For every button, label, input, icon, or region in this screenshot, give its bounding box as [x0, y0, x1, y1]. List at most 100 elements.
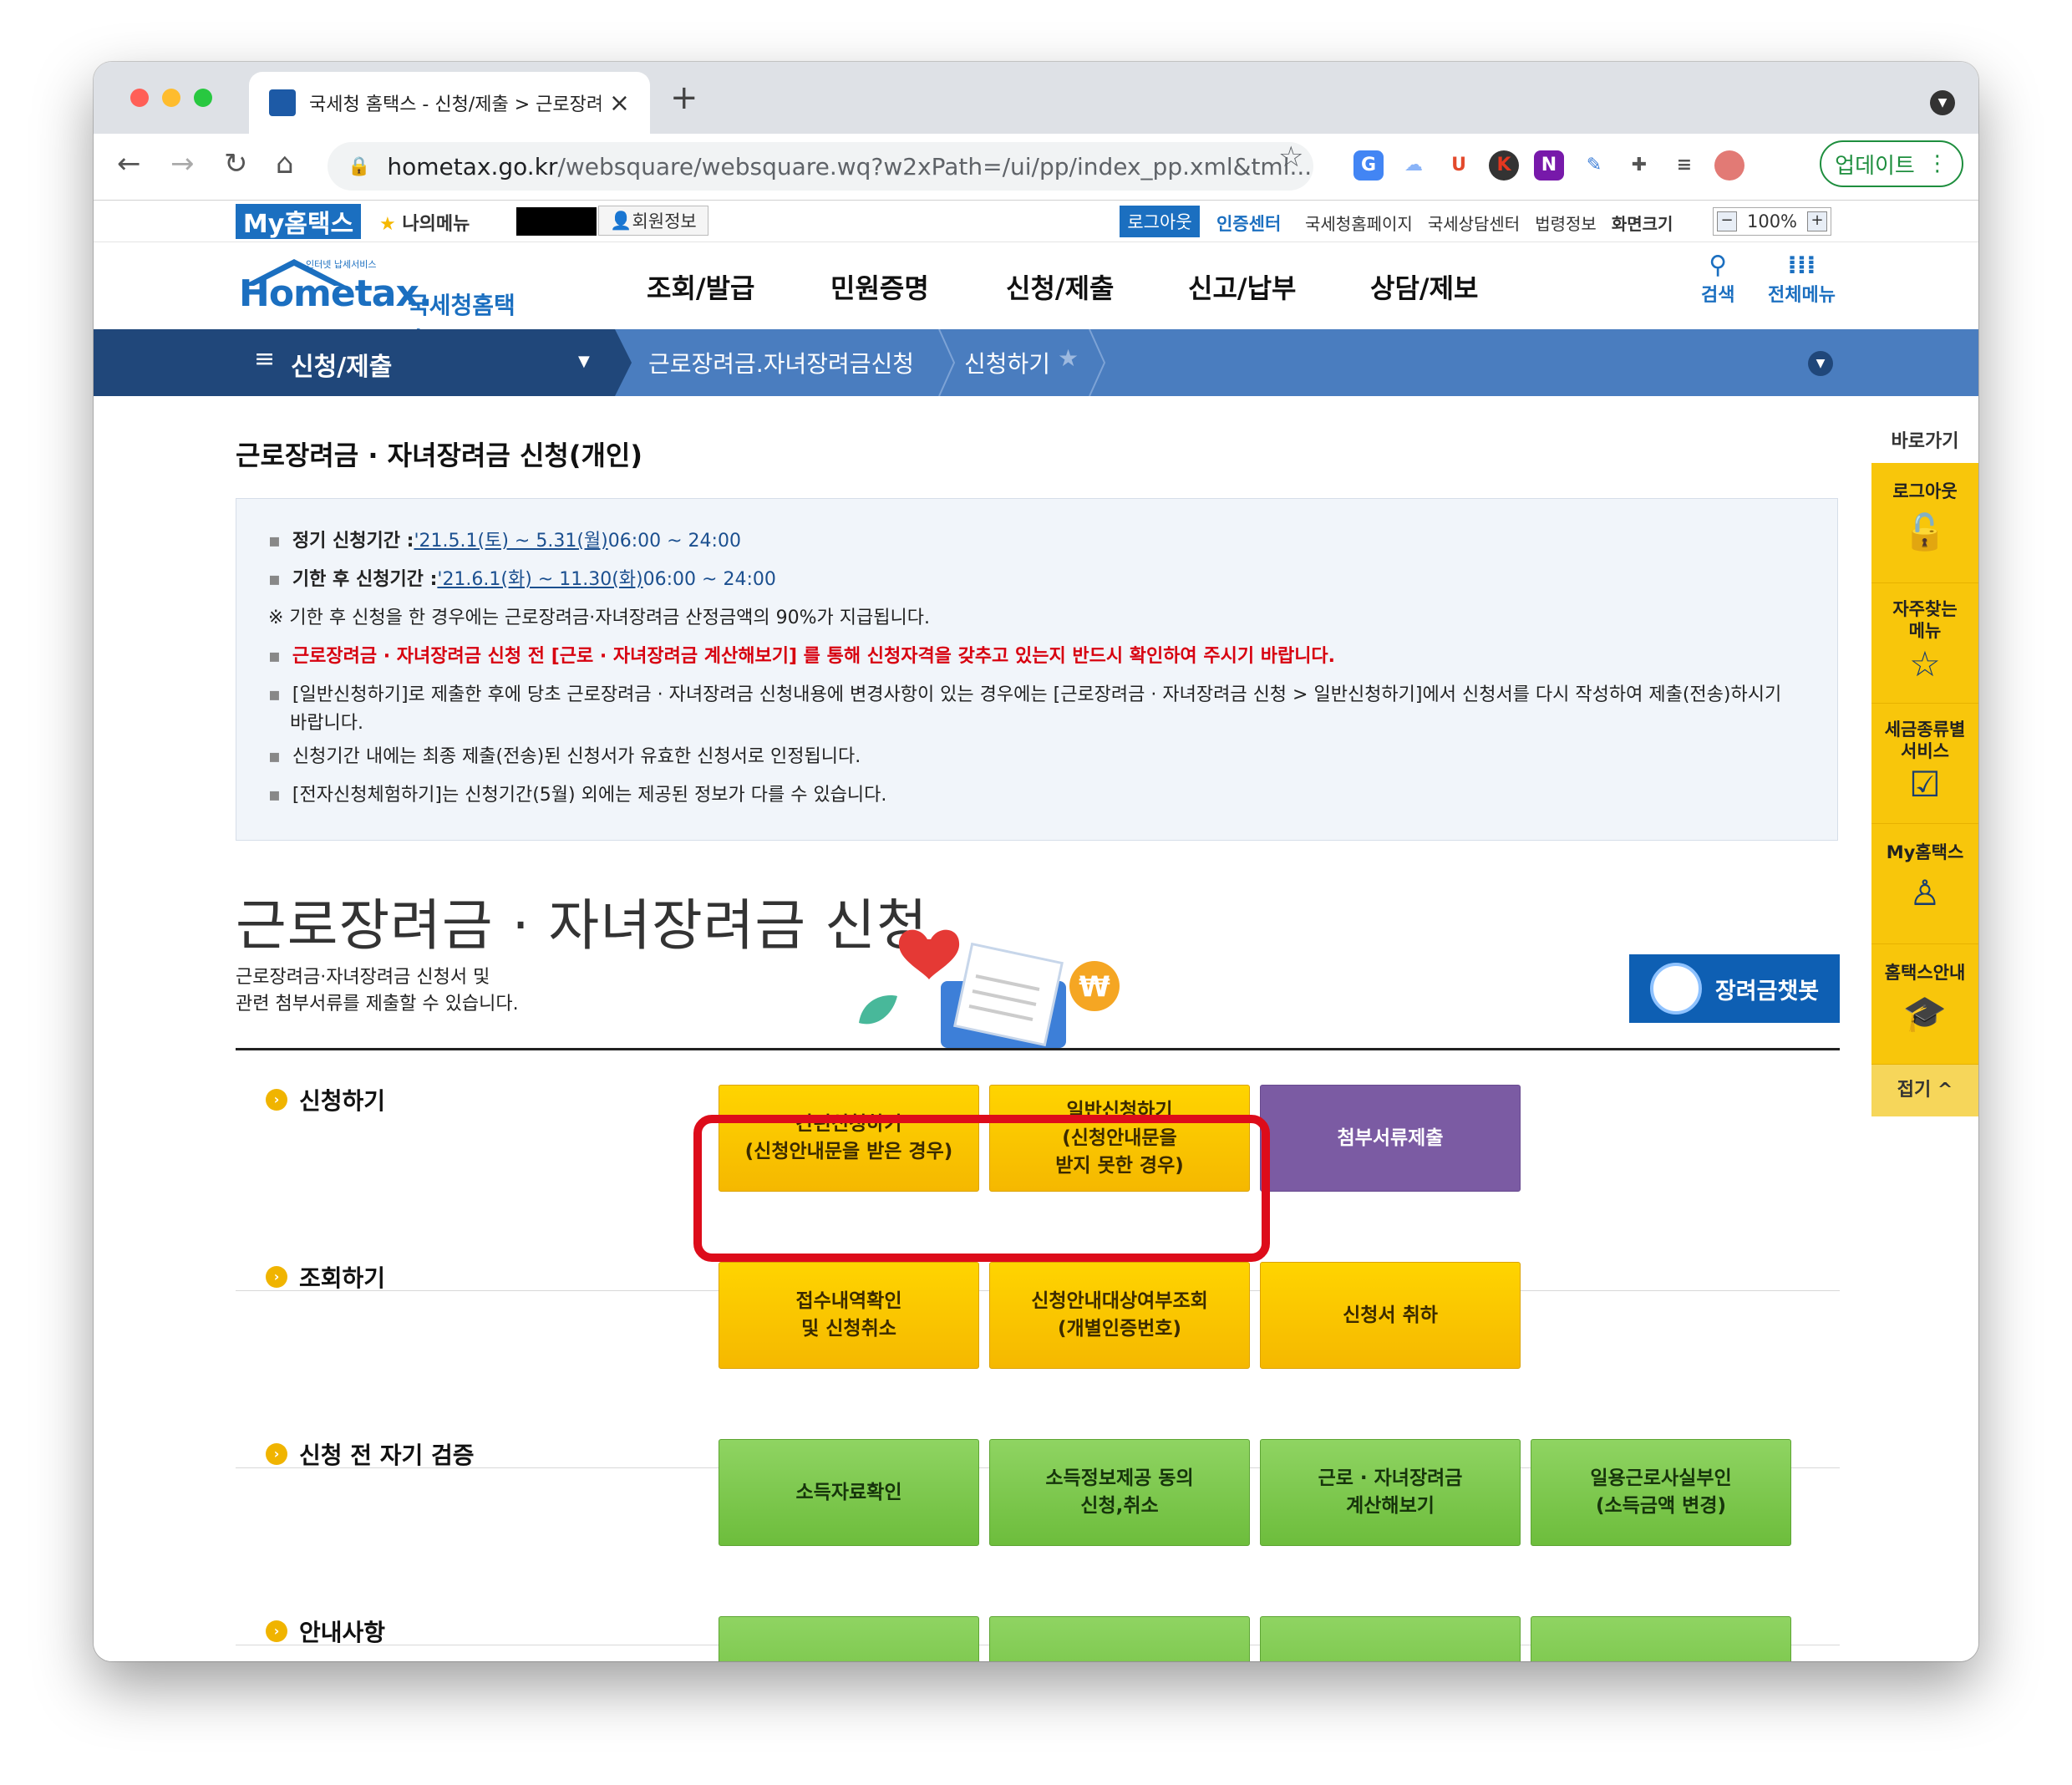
- profile-avatar[interactable]: [1714, 150, 1744, 181]
- quick-guide[interactable]: 홈택스안내 🎓: [1871, 944, 1978, 1065]
- chatbot-label: 장려금챗봇: [1714, 978, 1820, 1004]
- chatbot-button[interactable]: 장려금챗봇: [1629, 954, 1840, 1023]
- breadcrumb-item-1[interactable]: 근로장려금.자녀장려금신청: [648, 346, 914, 379]
- notes-extension-icon[interactable]: ✎: [1579, 150, 1609, 181]
- back-icon[interactable]: ←: [117, 147, 141, 181]
- calculate-label: 근로 · 자녀장려금 계산해보기: [1318, 1467, 1463, 1517]
- logo-main-text: Hometax.: [239, 272, 433, 315]
- row-lookup-text: 조회하기: [299, 1264, 386, 1292]
- law-info-link[interactable]: 법령정보: [1535, 211, 1597, 235]
- eligibility-lookup-button[interactable]: 신청안내대상여부조회 (개별인증번호): [989, 1262, 1250, 1369]
- attach-docs-button[interactable]: 첨부서류제출: [1260, 1085, 1521, 1192]
- graduation-cap-icon: 🎓: [1902, 993, 1948, 1034]
- extensions-puzzle-icon[interactable]: ✚: [1624, 150, 1654, 181]
- row-notice-text: 안내사항: [299, 1619, 386, 1646]
- arrow-bullet-icon: ›: [266, 1620, 287, 1642]
- income-consent-button[interactable]: 소득정보제공 동의 신청,취소: [989, 1439, 1250, 1546]
- forward-icon[interactable]: →: [170, 147, 195, 181]
- info-l1-time: 06:00 ~ 24:00: [607, 531, 741, 552]
- address-bar[interactable]: 🔒 hometax.go.kr /websquare/websquare.wq?…: [328, 142, 1313, 191]
- favorite-star-icon[interactable]: ★: [1058, 344, 1079, 372]
- income-data-check-label: 소득자료확인: [795, 1481, 902, 1503]
- member-info-button[interactable]: 👤 회원정보: [598, 206, 708, 236]
- logout-button[interactable]: 로그아웃: [1120, 206, 1200, 237]
- breadcrumb-item-2[interactable]: 신청하기: [964, 346, 1050, 379]
- zoom-out-button[interactable]: −: [1717, 211, 1737, 231]
- nav-certificates[interactable]: 민원증명: [830, 267, 929, 306]
- breadcrumb-section[interactable]: ≡ 신청/제출 ▼: [94, 329, 615, 396]
- person-icon: 👤: [610, 210, 632, 231]
- member-info-label: 회원정보: [632, 211, 697, 231]
- row-apply-text: 신청하기: [299, 1087, 386, 1115]
- notice-button-1[interactable]: [719, 1616, 979, 1661]
- media-queue-icon[interactable]: ≡: [1669, 150, 1699, 181]
- notice-button-3[interactable]: [1260, 1616, 1521, 1661]
- info-l2-link[interactable]: '21.6.1(화) ~ 11.30(화): [437, 561, 642, 599]
- cloud-extension-icon[interactable]: ☁: [1399, 150, 1429, 181]
- zoom-window-button[interactable]: [194, 89, 212, 107]
- income-data-check-button[interactable]: 소득자료확인: [719, 1439, 979, 1546]
- receipt-check-label: 접수내역확인 및 신청취소: [795, 1290, 902, 1340]
- all-menu-label: 전체메뉴: [1768, 285, 1836, 306]
- zoom-in-button[interactable]: +: [1806, 211, 1827, 231]
- info-l6-text: 신청기간 내에는 최종 제출(전송)된 신청서가 유효한 신청서로 인정됩니다.: [292, 746, 861, 767]
- breadcrumb-expand-icon[interactable]: ▼: [1808, 351, 1833, 376]
- quick-logout[interactable]: 로그아웃 🔓: [1871, 463, 1978, 583]
- tab-search-icon[interactable]: ▼: [1930, 90, 1955, 115]
- nav-apply-submit[interactable]: 신청/제출: [1006, 267, 1114, 306]
- u-extension-icon[interactable]: U: [1444, 150, 1474, 181]
- notice-button-2[interactable]: [989, 1616, 1250, 1661]
- consult-center-link[interactable]: 국세상담센터: [1428, 211, 1520, 235]
- info-l2-label: 기한 후 신청기간 :: [292, 569, 438, 590]
- browser-tab-active[interactable]: 국세청 홈택스 - 신청/제출 > 근로장려 ×: [249, 72, 650, 134]
- lock-icon: 🔒: [348, 155, 371, 177]
- grid-icon: ⁞⁞⁞: [1787, 251, 1816, 280]
- highlight-frame: [693, 1115, 1270, 1262]
- quick-menu-title: 바로가기: [1891, 431, 1959, 452]
- withdraw-application-button[interactable]: 신청서 취하: [1260, 1262, 1521, 1369]
- notice-button-4[interactable]: [1531, 1616, 1791, 1661]
- k-extension-icon[interactable]: K: [1489, 150, 1519, 181]
- quick-favorites[interactable]: 자주찾는 메뉴 ☆: [1871, 583, 1978, 704]
- row-verify-text: 신청 전 자기 검증: [299, 1442, 475, 1469]
- hometax-logo[interactable]: 인터넷 납세서비스 Hometax. 국세청홈택스: [236, 254, 536, 353]
- new-tab-icon[interactable]: +: [670, 79, 698, 117]
- update-button[interactable]: 업데이트 ⋮: [1820, 140, 1963, 187]
- all-menu-button[interactable]: ⁞⁞⁞ 전체메뉴: [1768, 251, 1836, 307]
- daily-work-denial-button[interactable]: 일용근로사실부인 (소득금액 변경): [1531, 1439, 1791, 1546]
- translate-extension-icon[interactable]: G: [1353, 150, 1384, 181]
- nts-homepage-link[interactable]: 국세청홈페이지: [1305, 211, 1413, 235]
- quick-tax-services[interactable]: 세금종류별 서비스 ☑: [1871, 704, 1978, 824]
- reload-icon[interactable]: ↻: [224, 147, 248, 181]
- info-l4-text: 근로장려금 · 자녀장려금 신청 전 [근로 · 자녀장려금 계산해보기] 를 …: [292, 646, 1336, 667]
- home-icon[interactable]: ⌂: [276, 147, 294, 181]
- nav-inquiry[interactable]: 조회/발급: [647, 267, 754, 306]
- receipt-check-button[interactable]: 접수내역확인 및 신청취소: [719, 1262, 979, 1369]
- svg-text:₩: ₩: [1079, 970, 1110, 1004]
- minimize-window-button[interactable]: [162, 89, 180, 107]
- cert-center-link[interactable]: 인증센터: [1216, 211, 1281, 236]
- daily-work-denial-label: 일용근로사실부인 (소득금액 변경): [1590, 1467, 1732, 1517]
- nav-report-pay[interactable]: 신고/납부: [1188, 267, 1296, 306]
- quick-fold-button[interactable]: 접기 ^: [1871, 1065, 1978, 1116]
- nav-consult[interactable]: 상담/제보: [1370, 267, 1478, 306]
- close-window-button[interactable]: [130, 89, 149, 107]
- my-menu-label: 나의메뉴: [402, 214, 470, 235]
- calculate-button[interactable]: 근로 · 자녀장려금 계산해보기: [1260, 1439, 1521, 1546]
- unlock-icon: 🔓: [1902, 511, 1948, 552]
- my-hometax-button[interactable]: My홈택스: [236, 204, 361, 239]
- bookmark-star-icon[interactable]: ☆: [1278, 140, 1303, 174]
- my-menu-link[interactable]: ★ 나의메뉴: [379, 209, 470, 236]
- quick-favorites-label: 자주찾는 메뉴: [1892, 599, 1958, 641]
- quick-my-hometax[interactable]: My홈택스 ♙: [1871, 824, 1978, 944]
- chatbot-robot-icon: [1649, 963, 1702, 1015]
- main-content: 근로장려금 · 자녀장려금 신청(개인) ▪ 정기 신청기간 : '21.5.1(…: [94, 396, 1978, 1661]
- info-general-change: ▪ [일반신청하기]로 제출한 후에 당초 근로장려금 · 자녀장려금 신청내용에…: [268, 681, 1837, 709]
- breadcrumb-separator-3: [1089, 329, 1106, 396]
- row-lookup-heading: › 조회하기: [266, 1260, 385, 1294]
- onenote-extension-icon[interactable]: N: [1534, 150, 1564, 181]
- close-tab-icon[interactable]: ×: [609, 89, 630, 118]
- search-button[interactable]: ⚲ 검색: [1701, 251, 1734, 307]
- eligibility-lookup-label: 신청안내대상여부조회 (개별인증번호): [1031, 1290, 1208, 1340]
- info-l1-link[interactable]: '21.5.1(토) ~ 5.31(월): [414, 522, 607, 561]
